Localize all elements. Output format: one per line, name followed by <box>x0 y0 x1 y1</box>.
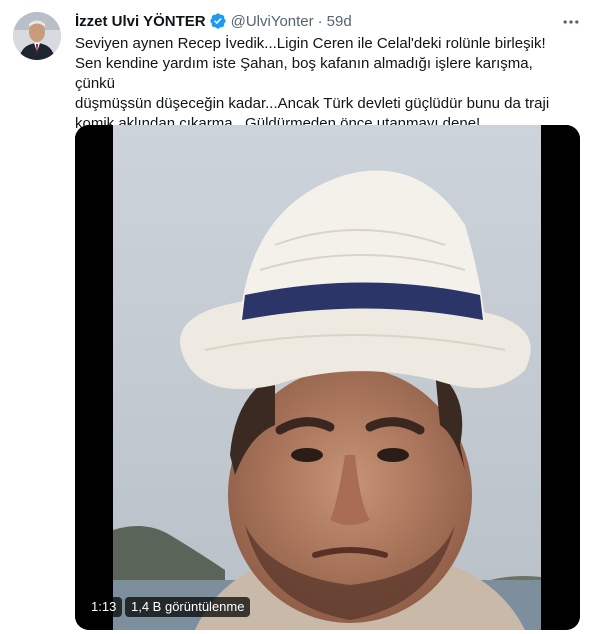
author-handle[interactable]: @UlviYonter <box>231 13 314 30</box>
separator-dot: · <box>317 12 323 30</box>
avatar[interactable] <box>13 12 61 60</box>
avatar-image <box>13 12 61 60</box>
video-player[interactable]: 1:13 1,4 B görüntülenme <box>75 125 580 630</box>
more-dots-icon[interactable] <box>560 12 582 32</box>
tweet-text: Seviyen aynen Recep İvedik...Ligin Ceren… <box>75 34 575 134</box>
tweet-card[interactable]: İzzet Ulvi YÖNTER @UlviYonter · 59d Sevi… <box>0 0 592 634</box>
more-dots-svg <box>563 20 579 24</box>
tweet-text-line: Sen kendine yardım iste Şahan, boş kafan… <box>75 55 533 92</box>
tweet-header: İzzet Ulvi YÖNTER @UlviYonter · 59d <box>75 10 352 32</box>
author-name[interactable]: İzzet Ulvi YÖNTER <box>75 13 206 30</box>
video-frame <box>75 125 580 630</box>
timestamp[interactable]: 59d <box>327 13 352 30</box>
tweet-text-line: düşmüşsün düşeceğin kadar...Ancak Türk d… <box>75 95 550 112</box>
tweet-text-line: Seviyen aynen Recep İvedik...Ligin Ceren… <box>75 35 546 52</box>
verified-badge-icon <box>209 13 226 29</box>
view-count: 1,4 B görüntülenme <box>125 597 251 617</box>
video-duration: 1:13 <box>85 597 123 617</box>
